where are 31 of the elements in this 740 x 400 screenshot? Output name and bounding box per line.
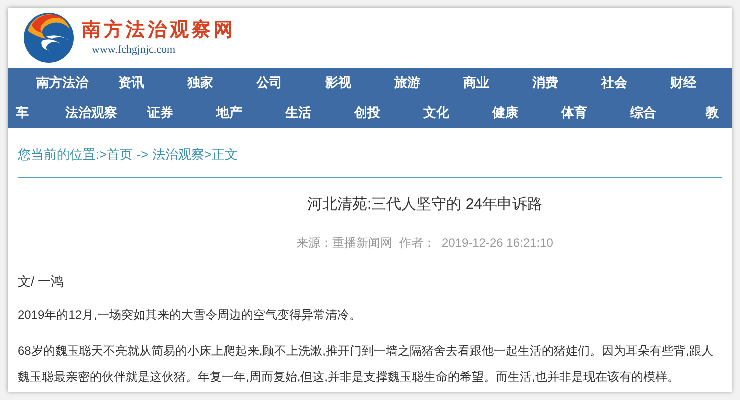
nav-link[interactable]: 健康	[471, 103, 540, 123]
nav-link[interactable]: 财经	[649, 73, 718, 93]
nav-link[interactable]: 体育	[540, 103, 609, 123]
nav-link[interactable]: 影视	[304, 73, 373, 93]
breadcrumb: 您当前的位置:>首页 -> 法治观察>正文	[18, 145, 722, 178]
nav-link[interactable]: 社会	[580, 73, 649, 93]
nav-link[interactable]: 资讯	[97, 73, 166, 93]
article-byline: 文/ 一鸿	[18, 273, 66, 291]
paragraph-line: 魏玉聪最亲密的伙伴就是这伙猪。年复一年,周而复始,但这,并非是支撑魏玉聪生命的希望。而生活,也并非是现在该有的模样。	[18, 369, 680, 386]
nav-link[interactable]: 综合	[609, 103, 678, 123]
logo-icon	[22, 11, 76, 65]
nav-link[interactable]: 消费	[511, 73, 580, 93]
nav-link[interactable]: 证券	[126, 103, 195, 123]
nav-link[interactable]: 文化	[402, 103, 471, 123]
paragraph-line: 2019年的12月,一场突如其来的大雪令周边的空气变得异常清冷。	[18, 307, 362, 324]
article-title: 河北清苑:三代人坚守的 24年申诉路	[306, 194, 544, 214]
nav-link[interactable]: 创投	[333, 103, 402, 123]
nav-link[interactable]: 生活	[264, 103, 333, 123]
nav-link[interactable]: 法治观察	[57, 103, 126, 123]
nav-link[interactable]: 教	[678, 103, 732, 123]
nav-link[interactable]: 车	[8, 103, 57, 123]
nav-link[interactable]: 商业	[442, 73, 511, 93]
site-url: www.fchgjnjc.com	[92, 42, 177, 58]
nav-link[interactable]: 公司	[235, 73, 304, 93]
article-meta: 来源：重播新闻网 作者： 2019-12-26 16:21:10	[296, 235, 554, 252]
nav-link[interactable]: 地产	[195, 103, 264, 123]
nav-link[interactable]: 南方法治	[28, 73, 97, 93]
site-name: 南方法治观察网	[82, 18, 236, 42]
nav-link[interactable]: 独家	[166, 73, 235, 93]
nav-link[interactable]: 旅游	[373, 73, 442, 93]
paragraph-line: 68岁的魏玉聪天不亮就从简易的小床上爬起来,顾不上洗漱,推开门到一墙之隔猪舍去看跟他一起生活的猪娃们。因为耳朵有些背,跟人	[18, 343, 714, 360]
